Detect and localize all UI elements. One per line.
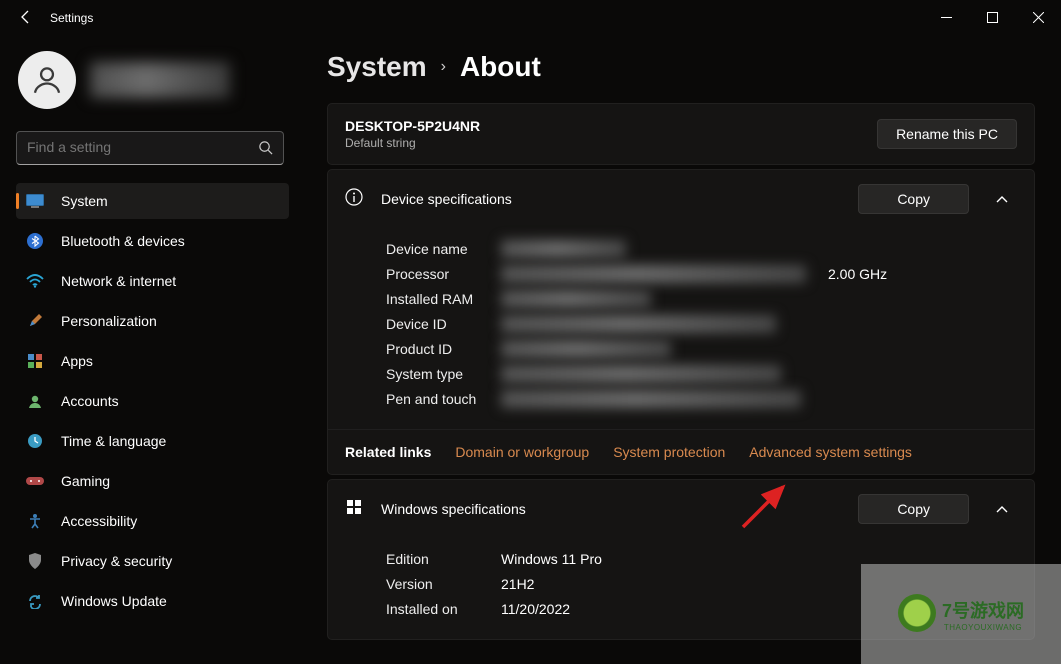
info-icon — [345, 188, 363, 211]
user-name — [90, 62, 230, 98]
spec-label: Product ID — [386, 341, 501, 357]
nav-time[interactable]: Time & language — [16, 423, 289, 459]
nav-list: System Bluetooth & devices Network & int… — [16, 183, 289, 619]
redacted-value — [501, 365, 781, 383]
watermark-brand: 7号游戏网 — [942, 597, 1024, 623]
window-title: Settings — [50, 11, 93, 25]
minimize-button[interactable] — [923, 0, 969, 34]
related-label: Related links — [345, 444, 431, 460]
nav-label: System — [61, 193, 108, 209]
nav-gaming[interactable]: Gaming — [16, 463, 289, 499]
redacted-value — [501, 315, 776, 333]
shield-icon — [26, 552, 44, 570]
nav-accounts[interactable]: Accounts — [16, 383, 289, 419]
search-input[interactable] — [16, 131, 284, 165]
nav-system[interactable]: System — [16, 183, 289, 219]
spec-label: System type — [386, 366, 501, 382]
spec-label: Device name — [386, 241, 501, 257]
windows-icon — [345, 498, 363, 521]
brush-icon — [26, 312, 44, 330]
device-subtitle: Default string — [345, 136, 480, 150]
spec-label: Installed on — [386, 601, 501, 617]
nav-network[interactable]: Network & internet — [16, 263, 289, 299]
redacted-value — [501, 390, 801, 408]
nav-label: Accessibility — [61, 513, 137, 529]
nav-label: Gaming — [61, 473, 110, 489]
device-specs-title: Device specifications — [381, 191, 840, 207]
chevron-right-icon: › — [441, 58, 446, 76]
spec-label: Version — [386, 576, 501, 592]
avatar — [18, 51, 76, 109]
update-icon — [26, 592, 44, 610]
nav-label: Accounts — [61, 393, 119, 409]
spec-label: Pen and touch — [386, 391, 501, 407]
spec-label: Edition — [386, 551, 501, 567]
nav-label: Network & internet — [61, 273, 176, 289]
nav-privacy[interactable]: Privacy & security — [16, 543, 289, 579]
nav-bluetooth[interactable]: Bluetooth & devices — [16, 223, 289, 259]
nav-update[interactable]: Windows Update — [16, 583, 289, 619]
system-icon — [26, 192, 44, 210]
processor-freq: 2.00 GHz — [828, 266, 887, 282]
link-domain-workgroup[interactable]: Domain or workgroup — [455, 444, 589, 460]
device-name-card: DESKTOP-5P2U4NR Default string Rename th… — [327, 103, 1035, 165]
breadcrumb-parent[interactable]: System — [327, 51, 427, 83]
nav-label: Privacy & security — [61, 553, 172, 569]
gaming-icon — [26, 472, 44, 490]
edition-value: Windows 11 Pro — [501, 551, 602, 567]
redacted-value — [501, 340, 671, 358]
redacted-value — [501, 240, 626, 258]
back-button[interactable] — [18, 9, 36, 27]
nav-label: Time & language — [61, 433, 166, 449]
close-button[interactable] — [1015, 0, 1061, 34]
maximize-button[interactable] — [969, 0, 1015, 34]
redacted-value — [501, 265, 806, 283]
spec-label: Installed RAM — [386, 291, 501, 307]
search-field[interactable] — [17, 132, 247, 162]
nav-label: Bluetooth & devices — [61, 233, 185, 249]
related-links: Related links Domain or workgroup System… — [328, 429, 1034, 474]
watermark-subtitle: THAOYOUXIWANG — [942, 623, 1024, 632]
apps-icon — [26, 352, 44, 370]
rename-pc-button[interactable]: Rename this PC — [877, 119, 1017, 149]
watermark: 7号游戏网 THAOYOUXIWANG — [861, 564, 1061, 664]
spec-label: Device ID — [386, 316, 501, 332]
collapse-button[interactable] — [987, 500, 1017, 518]
search-icon — [258, 140, 273, 160]
bluetooth-icon — [26, 232, 44, 250]
wifi-icon — [26, 272, 44, 290]
nav-personalization[interactable]: Personalization — [16, 303, 289, 339]
user-profile[interactable] — [16, 51, 289, 109]
nav-label: Apps — [61, 353, 93, 369]
spec-label: Processor — [386, 266, 501, 282]
clock-icon — [26, 432, 44, 450]
watermark-logo-icon — [898, 594, 936, 632]
page-title: About — [460, 51, 541, 83]
nav-label: Personalization — [61, 313, 157, 329]
collapse-button[interactable] — [987, 190, 1017, 208]
link-advanced-system-settings[interactable]: Advanced system settings — [749, 444, 912, 460]
link-system-protection[interactable]: System protection — [613, 444, 725, 460]
windows-specs-title: Windows specifications — [381, 501, 840, 517]
device-name: DESKTOP-5P2U4NR — [345, 118, 480, 134]
accounts-icon — [26, 392, 44, 410]
accessibility-icon — [26, 512, 44, 530]
copy-device-specs-button[interactable]: Copy — [858, 184, 969, 214]
nav-apps[interactable]: Apps — [16, 343, 289, 379]
version-value: 21H2 — [501, 576, 534, 592]
installed-on-value: 11/20/2022 — [501, 601, 570, 617]
redacted-value — [501, 290, 651, 308]
nav-label: Windows Update — [61, 593, 167, 609]
breadcrumb: System › About — [327, 51, 1035, 83]
device-specs-card: Device specifications Copy Device name P… — [327, 169, 1035, 475]
nav-accessibility[interactable]: Accessibility — [16, 503, 289, 539]
copy-windows-specs-button[interactable]: Copy — [858, 494, 969, 524]
